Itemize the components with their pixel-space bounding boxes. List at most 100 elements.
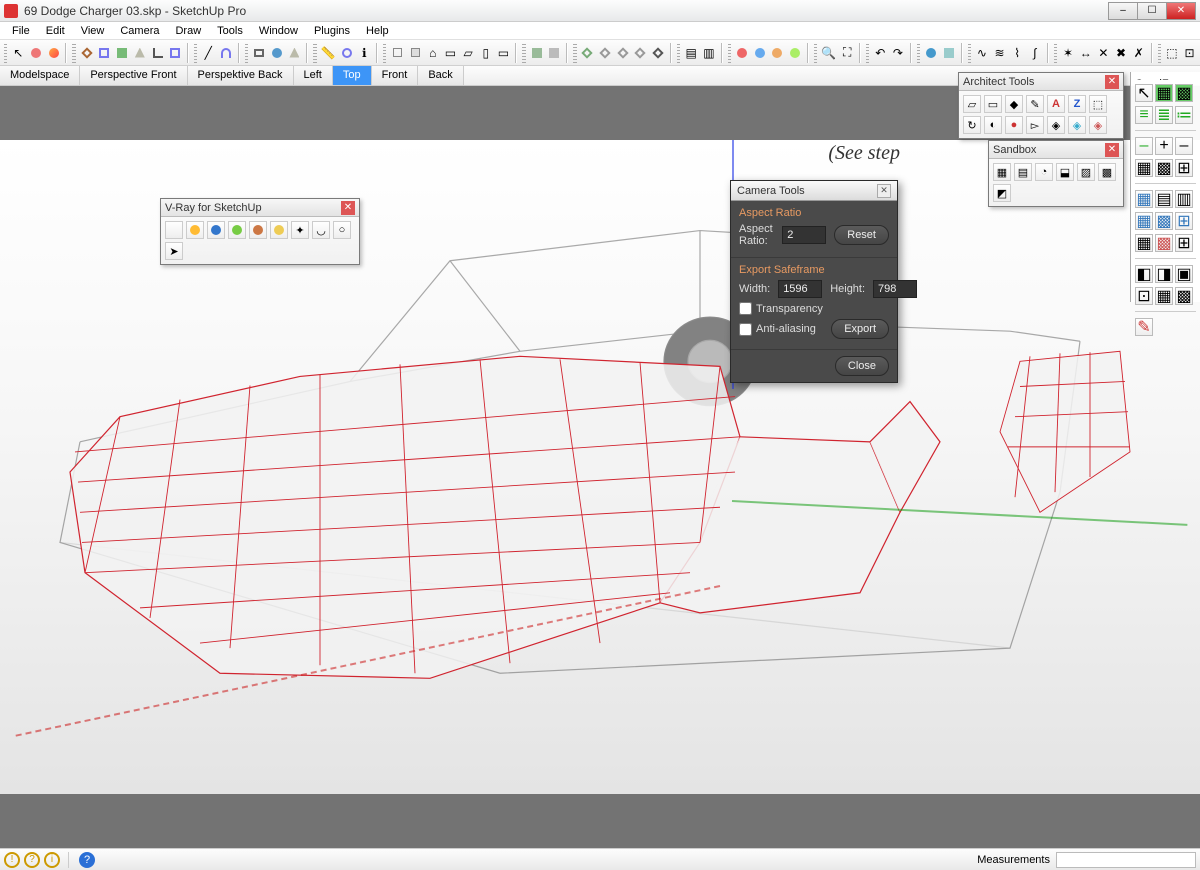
qf-v-icon[interactable]: ◧ (1135, 265, 1153, 283)
qf-j-icon[interactable]: ▦ (1135, 159, 1153, 177)
toolbar-grip[interactable] (968, 43, 971, 63)
polygon-tool-icon[interactable] (287, 44, 303, 62)
width-input[interactable] (778, 280, 822, 298)
qf-select-icon[interactable]: ↖ (1135, 84, 1153, 102)
qf-k-icon[interactable]: ▩ (1155, 159, 1173, 177)
zoom-window-icon[interactable]: 🔍 (820, 44, 837, 62)
architect-tool-11-icon[interactable]: ▻ (1026, 116, 1044, 134)
sandbox-add-detail-icon[interactable]: ▩ (1098, 163, 1116, 181)
vray-palette[interactable]: V-Ray for SketchUp ✕ ✦ ◡ ○ ➤ (160, 198, 360, 265)
sandbox-palette-title[interactable]: Sandbox ✕ (989, 141, 1123, 159)
vray-help-icon[interactable]: ➤ (165, 242, 183, 260)
scene-tab-left[interactable]: Left (294, 66, 333, 85)
qf-m-icon[interactable]: ▦ (1135, 190, 1153, 208)
vray-frame-icon[interactable] (249, 221, 267, 239)
qf-o-icon[interactable]: ▥ (1175, 190, 1193, 208)
toolbar-grip[interactable] (4, 43, 7, 63)
qf-h-icon[interactable]: + (1155, 137, 1173, 155)
scene-tab-back[interactable]: Back (418, 66, 463, 85)
section-icon[interactable] (580, 44, 596, 62)
circle-tool-icon[interactable] (269, 44, 285, 62)
architect-palette-close-button[interactable]: ✕ (1105, 75, 1119, 89)
transparency-checkbox-label[interactable]: Transparency (739, 302, 823, 315)
group-icon[interactable] (407, 44, 423, 62)
top-view-icon[interactable]: ▭ (443, 44, 459, 62)
toolbar-grip[interactable] (522, 43, 525, 63)
toolbar-grip[interactable] (383, 43, 386, 63)
antialias-checkbox[interactable] (739, 323, 752, 336)
plugin-d-icon[interactable] (787, 44, 803, 62)
vray-palette-title[interactable]: V-Ray for SketchUp ✕ (161, 199, 359, 217)
arc-tool-icon[interactable] (218, 44, 234, 62)
close-button[interactable]: Close (835, 356, 889, 376)
camera-tools-dialog[interactable]: Camera Tools ✕ Aspect Ratio Aspect Ratio… (730, 180, 898, 383)
rotate-tool-icon[interactable] (97, 44, 113, 62)
measurements-input[interactable] (1056, 852, 1196, 868)
vray-dome-icon[interactable]: ◡ (312, 221, 330, 239)
qf-e-icon[interactable]: ≣ (1155, 106, 1173, 124)
sandbox-from-contours-icon[interactable]: ▦ (993, 163, 1011, 181)
menu-help[interactable]: Help (358, 23, 397, 39)
layers-icon[interactable]: ▤ (683, 44, 699, 62)
window-minimize-button[interactable]: – (1108, 2, 1138, 20)
toolbar-grip[interactable] (72, 43, 75, 63)
section-cut-icon[interactable] (615, 44, 631, 62)
qf-t-icon[interactable]: ▩ (1155, 234, 1173, 252)
scene-tab-persp-back[interactable]: Perspektive Back (188, 66, 294, 85)
move-tool-icon[interactable] (79, 44, 95, 62)
qf-l-icon[interactable]: ⊞ (1175, 159, 1193, 177)
vray-render-icon[interactable] (165, 221, 183, 239)
toolbar-grip[interactable] (866, 43, 869, 63)
architect-tool-2-icon[interactable]: ▭ (984, 95, 1002, 113)
menu-tools[interactable]: Tools (209, 23, 251, 39)
antialias-checkbox-label[interactable]: Anti-aliasing (739, 323, 816, 336)
toolbar-grip[interactable] (1054, 43, 1057, 63)
vray-rt-icon[interactable] (186, 221, 204, 239)
select-tool-icon[interactable]: ↖ (10, 44, 26, 62)
qf-q-icon[interactable]: ▩ (1155, 212, 1173, 230)
followme-tool-icon[interactable] (167, 44, 183, 62)
rectangle-tool-icon[interactable] (251, 44, 267, 62)
redo-icon[interactable]: ↷ (890, 44, 906, 62)
paint-tool-icon[interactable] (46, 44, 62, 62)
qf-y-icon[interactable]: ⊡ (1135, 287, 1153, 305)
architect-tool-3-icon[interactable]: ◆ (1005, 95, 1023, 113)
qf-i-icon[interactable]: – (1175, 137, 1193, 155)
xray-icon[interactable] (546, 44, 562, 62)
offset-tool-icon[interactable] (150, 44, 166, 62)
architect-tool-12-icon[interactable]: ◈ (1047, 116, 1065, 134)
vray-palette-close-button[interactable]: ✕ (341, 201, 355, 215)
architect-tool-6-icon[interactable]: Z (1068, 95, 1086, 113)
toolbar-grip[interactable] (194, 43, 197, 63)
aspect-ratio-input[interactable] (782, 226, 826, 244)
text-tool-icon[interactable]: ℹ (356, 44, 372, 62)
height-input[interactable] (873, 280, 917, 298)
toolbar-grip[interactable] (677, 43, 680, 63)
curve-c-icon[interactable]: ⌇ (1009, 44, 1025, 62)
vray-material-icon[interactable] (228, 221, 246, 239)
front-view-icon[interactable]: ▱ (460, 44, 476, 62)
vray-sun-icon[interactable] (270, 221, 288, 239)
curve-d-icon[interactable]: ∫ (1027, 44, 1043, 62)
architect-tool-9-icon[interactable]: ◐ (984, 116, 1002, 134)
component-icon[interactable] (389, 44, 405, 62)
architect-palette[interactable]: Architect Tools ✕ ▱ ▭ ◆ ✎ A Z ⬚ ↻ ◐ ● ▻ … (958, 72, 1124, 139)
qf-f-icon[interactable]: ≔ (1175, 106, 1193, 124)
qf-w-icon[interactable]: ◨ (1155, 265, 1173, 283)
sandbox-from-scratch-icon[interactable]: ▤ (1014, 163, 1032, 181)
menu-window[interactable]: Window (251, 23, 306, 39)
window-maximize-button[interactable]: ☐ (1137, 2, 1167, 20)
vray-light-icon[interactable]: ✦ (291, 221, 309, 239)
toolbar-grip[interactable] (917, 43, 920, 63)
status-icon-3[interactable]: i (44, 852, 60, 868)
undo-icon[interactable]: ↶ (872, 44, 888, 62)
menu-camera[interactable]: Camera (112, 23, 167, 39)
outliner-icon[interactable]: ▥ (701, 44, 717, 62)
section-fill-icon[interactable] (633, 44, 649, 62)
architect-tool-5-icon[interactable]: A (1047, 95, 1065, 113)
line-tool-icon[interactable]: ╱ (200, 44, 216, 62)
eraser-tool-icon[interactable] (28, 44, 44, 62)
status-icon-2[interactable]: ? (24, 852, 40, 868)
sandbox-stamp-icon[interactable]: ⬓ (1056, 163, 1074, 181)
curve-b-icon[interactable]: ≋ (992, 44, 1008, 62)
